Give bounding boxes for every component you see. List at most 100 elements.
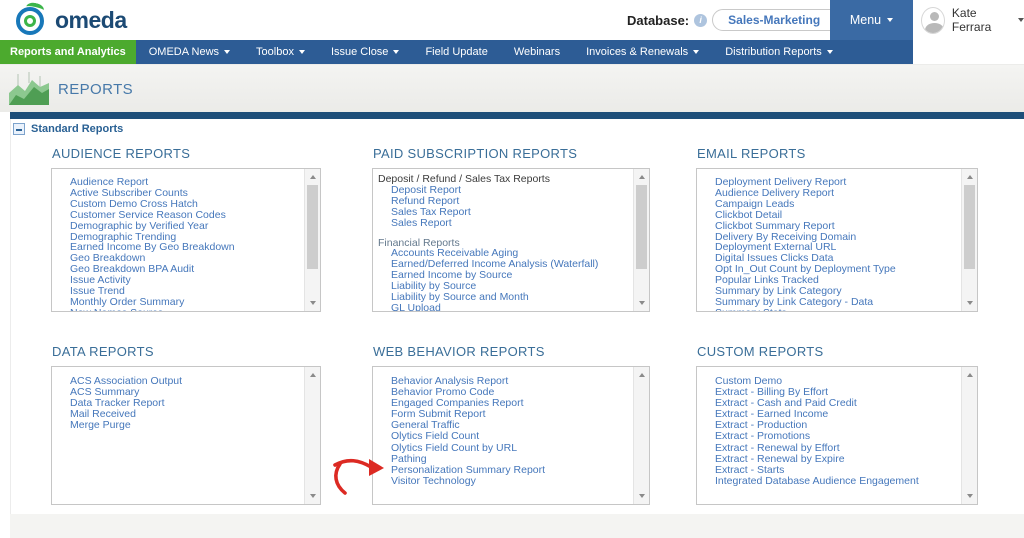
logo-text: omeda: [55, 7, 127, 34]
report-link-customer-service-reason-codes[interactable]: Customer Service Reason Codes: [70, 210, 300, 221]
scrollbar[interactable]: [961, 367, 977, 504]
scroll-up-arrow-icon[interactable]: [305, 368, 320, 382]
main-navbar: Reports and Analytics OMEDA News Toolbox Is…: [0, 40, 913, 64]
report-link-summary-stats[interactable]: Summary Stats: [715, 308, 957, 312]
nav-item-issue-close[interactable]: Issue Close: [318, 40, 412, 64]
report-link-clickbot-detail[interactable]: Clickbot Detail: [715, 210, 957, 221]
nav-item-invoices-renewals[interactable]: Invoices & Renewals: [573, 40, 712, 64]
database-label: Database:: [627, 13, 689, 28]
menu-button[interactable]: Menu: [830, 0, 913, 40]
report-link-integrated-database-audience-engagement[interactable]: Integrated Database Audience Engagement: [715, 476, 957, 487]
panel-data-reports: DATA REPORTS ACS Association OutputACS Su…: [51, 344, 321, 505]
chevron-down-icon: [693, 50, 699, 54]
content-left-edge: [10, 119, 11, 538]
scrollbar[interactable]: [304, 169, 320, 311]
chevron-down-icon: [393, 50, 399, 54]
scroll-up-arrow-icon[interactable]: [305, 170, 320, 184]
scrollbar[interactable]: [633, 169, 649, 311]
standard-reports-section-header: Standard Reports: [13, 123, 123, 135]
section-label: Standard Reports: [31, 123, 123, 135]
scrollbar-thumb[interactable]: [636, 185, 647, 269]
report-link-visitor-technology[interactable]: Visitor Technology: [391, 476, 629, 487]
report-list: Deployment Delivery ReportAudience Deliv…: [696, 168, 978, 312]
scrollbar-thumb[interactable]: [307, 185, 318, 269]
scroll-up-arrow-icon[interactable]: [634, 170, 649, 184]
panel-title: AUDIENCE REPORTS: [52, 146, 321, 161]
scroll-up-arrow-icon[interactable]: [962, 170, 977, 184]
nav-item-label: Field Update: [425, 46, 487, 58]
nav-item-label: Issue Close: [331, 46, 388, 58]
report-link-gl-upload[interactable]: GL Upload: [391, 303, 629, 312]
omeda-logo-icon: [14, 3, 48, 37]
page-header-bar: REPORTS: [0, 64, 1024, 112]
page-title: REPORTS: [58, 81, 133, 98]
nav-item-omeda-news[interactable]: OMEDA News: [136, 40, 243, 64]
footer-strip: [10, 514, 1024, 538]
scrollbar[interactable]: [633, 367, 649, 504]
report-link-merge-purge[interactable]: Merge Purge: [70, 420, 300, 431]
omeda-logo[interactable]: omeda: [14, 3, 127, 37]
info-icon[interactable]: [694, 14, 707, 27]
report-link-sales-report[interactable]: Sales Report: [391, 218, 629, 229]
panel-title: WEB BEHAVIOR REPORTS: [373, 344, 650, 359]
scroll-down-arrow-icon[interactable]: [962, 296, 977, 310]
nav-item-webinars[interactable]: Webinars: [501, 40, 573, 64]
reports-chart-icon: [8, 71, 50, 107]
nav-item-toolbox[interactable]: Toolbox: [243, 40, 318, 64]
scroll-down-arrow-icon[interactable]: [962, 489, 977, 503]
scroll-down-arrow-icon[interactable]: [634, 296, 649, 310]
panel-title: EMAIL REPORTS: [697, 146, 978, 161]
panel-web-behavior-reports: WEB BEHAVIOR REPORTS Behavior Analysis Re…: [372, 344, 650, 505]
report-link-olytics-field-count[interactable]: Olytics Field Count: [391, 431, 629, 442]
nav-item-label: Toolbox: [256, 46, 294, 58]
nav-item-label: Invoices & Renewals: [586, 46, 688, 58]
chevron-down-icon: [1018, 18, 1024, 22]
panel-custom-reports: CUSTOM REPORTS Custom DemoExtract - Billi…: [696, 344, 978, 505]
menu-label: Menu: [850, 13, 881, 27]
nav-item-label: Webinars: [514, 46, 560, 58]
nav-item-label: OMEDA News: [149, 46, 219, 58]
panel-title: DATA REPORTS: [52, 344, 321, 359]
scrollbar[interactable]: [961, 169, 977, 311]
report-link-new-names-source[interactable]: New Names Source: [70, 308, 300, 312]
scroll-up-arrow-icon[interactable]: [634, 368, 649, 382]
nav-item-field-update[interactable]: Field Update: [412, 40, 500, 64]
report-link-extract-promotions[interactable]: Extract - Promotions: [715, 431, 957, 442]
nav-item-label: Distribution Reports: [725, 46, 822, 58]
report-list: Audience ReportActive Subscriber CountsC…: [51, 168, 321, 312]
chevron-down-icon: [827, 50, 833, 54]
nav-item-distribution-reports[interactable]: Distribution Reports: [712, 40, 846, 64]
chevron-down-icon: [224, 50, 230, 54]
avatar: [921, 7, 945, 34]
report-link-extract-renewal-by-effort[interactable]: Extract - Renewal by Effort: [715, 443, 957, 454]
nav-item-label: Reports and Analytics: [10, 46, 126, 58]
user-name: Kate Ferrara: [952, 6, 1011, 34]
panel-email-reports: EMAIL REPORTS Deployment Delivery ReportA…: [696, 146, 978, 312]
app-header: omeda Database: Menu Kate Ferrara: [0, 0, 1024, 40]
scroll-down-arrow-icon[interactable]: [305, 489, 320, 503]
report-list: Deposit / Refund / Sales Tax ReportsDepo…: [372, 168, 650, 312]
scrollbar[interactable]: [304, 367, 320, 504]
report-list: Custom DemoExtract - Billing By EffortEx…: [696, 366, 978, 505]
database-selector-group: Database:: [627, 8, 855, 32]
user-menu[interactable]: Kate Ferrara: [913, 0, 1024, 40]
scroll-up-arrow-icon[interactable]: [962, 368, 977, 382]
chevron-down-icon: [887, 18, 893, 22]
report-link-demographic-by-verified-year[interactable]: Demographic by Verified Year: [70, 221, 300, 232]
report-list: ACS Association OutputACS SummaryData Tr…: [51, 366, 321, 505]
panel-paid-subscription-reports: PAID SUBSCRIPTION REPORTS Deposit / Refun…: [372, 146, 650, 312]
scroll-down-arrow-icon[interactable]: [305, 296, 320, 310]
collapse-minus-icon[interactable]: [13, 123, 25, 135]
report-link-olytics-field-count-by-url[interactable]: Olytics Field Count by URL: [391, 443, 629, 454]
scrollbar-thumb[interactable]: [964, 185, 975, 269]
nav-item-reports-and-analytics[interactable]: Reports and Analytics: [0, 40, 136, 64]
nav-items: Reports and Analytics OMEDA News Toolbox Is…: [0, 40, 846, 64]
panel-audience-reports: AUDIENCE REPORTS Audience ReportActive Su…: [51, 146, 321, 312]
panel-title: PAID SUBSCRIPTION REPORTS: [373, 146, 650, 161]
report-list: Behavior Analysis ReportBehavior Promo C…: [372, 366, 650, 505]
divider-bar: [10, 112, 1024, 119]
report-link-sales-tax-report[interactable]: Sales Tax Report: [391, 207, 629, 218]
report-link-clickbot-summary-report[interactable]: Clickbot Summary Report: [715, 221, 957, 232]
panel-title: CUSTOM REPORTS: [697, 344, 978, 359]
scroll-down-arrow-icon[interactable]: [634, 489, 649, 503]
